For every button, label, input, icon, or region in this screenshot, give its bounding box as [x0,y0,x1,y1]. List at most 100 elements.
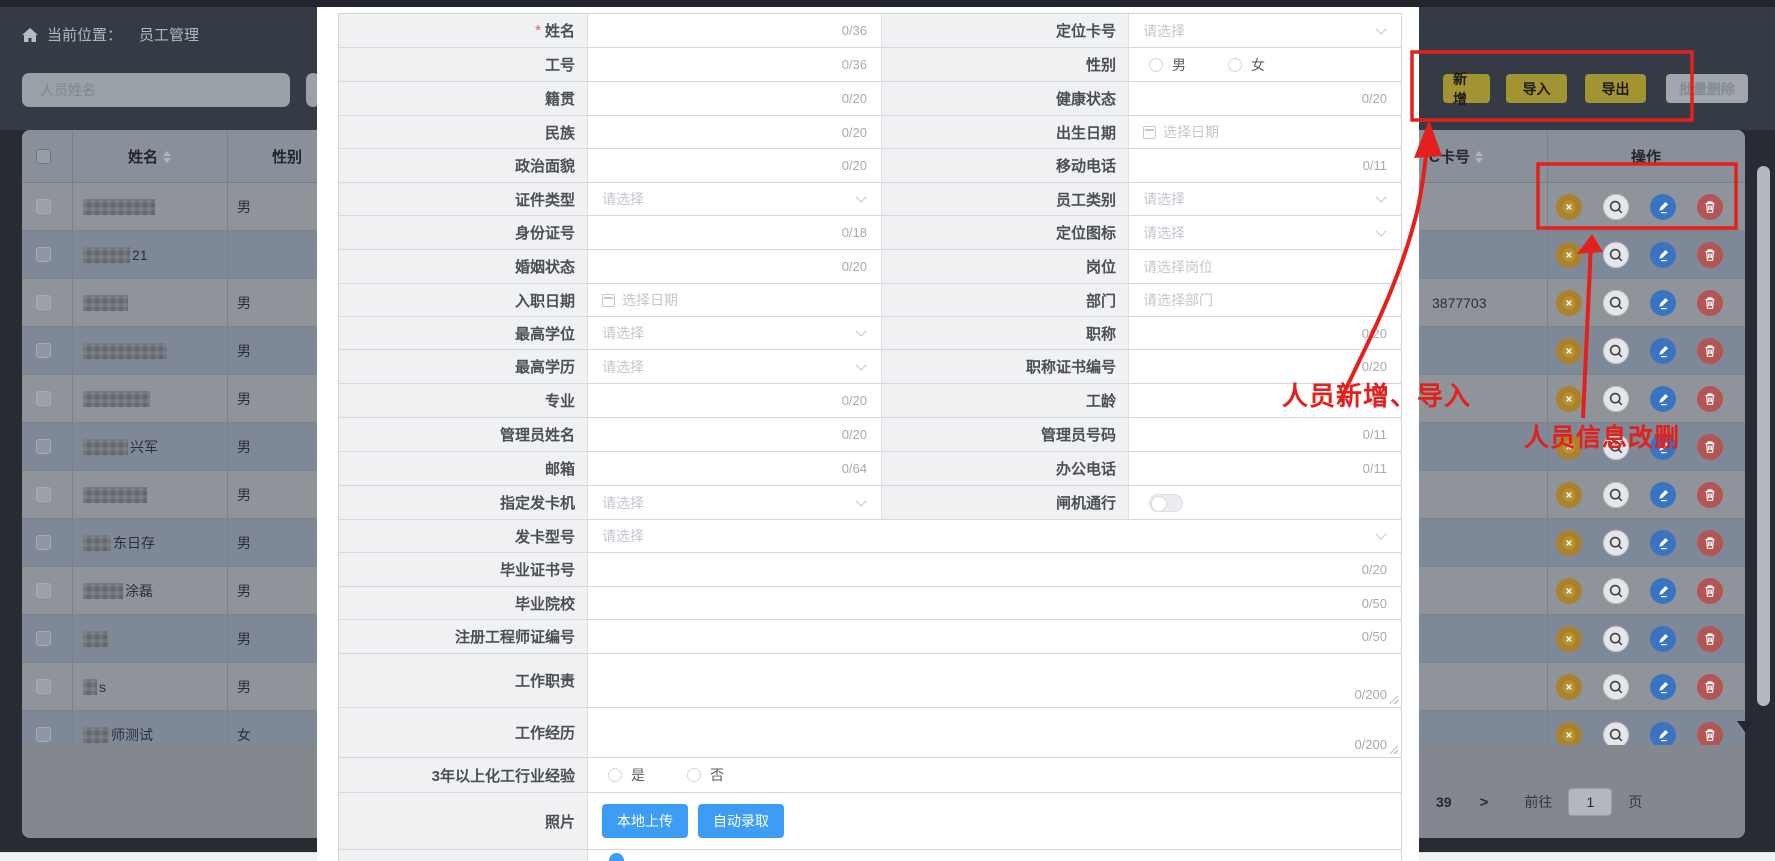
select-input[interactable]: 请选择 [1129,14,1401,47]
page-number-button[interactable]: 39 [1436,794,1452,810]
row-action-view-button[interactable] [1603,578,1629,604]
text-input[interactable]: 0/50 [588,620,1401,653]
text-input[interactable]: 0/20 [588,384,881,417]
select-input[interactable]: 请选择岗位 [1129,250,1401,283]
row-action-card-button[interactable] [1556,242,1582,268]
local-upload-button[interactable]: 本地上传 [602,804,688,838]
row-action-edit-button[interactable] [1650,578,1676,604]
date-input[interactable]: 选择日期 [588,284,881,316]
row-action-delete-button[interactable] [1697,722,1723,745]
radio-option[interactable]: 男 [1149,55,1186,75]
row-action-delete-button[interactable] [1697,626,1723,652]
row-action-edit-button[interactable] [1650,386,1676,412]
row-checkbox[interactable] [36,247,51,262]
row-action-edit-button[interactable] [1650,338,1676,364]
row-checkbox[interactable] [36,727,51,742]
row-action-delete-button[interactable] [1697,338,1723,364]
row-action-delete-button[interactable] [1697,434,1723,460]
row-action-view-button[interactable] [1603,242,1629,268]
select-input[interactable]: 请选择 [588,350,881,383]
row-action-card-button[interactable] [1556,194,1582,220]
row-action-delete-button[interactable] [1697,290,1723,316]
row-action-delete-button[interactable] [1697,242,1723,268]
text-input[interactable]: 0/20 [588,553,1401,586]
row-action-card-button[interactable] [1556,530,1582,556]
text-input[interactable]: 0/11 [1129,149,1401,182]
radio-option[interactable]: 女 [1228,55,1265,75]
text-input[interactable]: 0/11 [1129,418,1401,451]
row-action-edit-button[interactable] [1650,482,1676,508]
row-action-view-button[interactable] [1603,626,1629,652]
text-input[interactable]: 0/50 [588,587,1401,619]
scroll-down-arrow[interactable] [1737,721,1753,732]
text-input[interactable]: 0/20 [588,82,881,115]
row-action-view-button[interactable] [1603,386,1629,412]
select-input[interactable]: 请选择 [1129,216,1401,249]
row-action-view-button[interactable] [1603,530,1629,556]
row-action-card-button[interactable] [1556,482,1582,508]
row-checkbox[interactable] [36,391,51,406]
text-input[interactable]: 0/36 [588,14,881,47]
row-checkbox[interactable] [36,631,51,646]
toolbar-add-button[interactable]: 新 增 [1443,74,1490,103]
row-action-delete-button[interactable] [1697,578,1723,604]
text-input[interactable]: 0/20 [588,250,881,283]
row-action-edit-button[interactable] [1650,530,1676,556]
row-action-card-button[interactable] [1556,674,1582,700]
next-page-button[interactable]: > [1480,794,1489,811]
auto-capture-button[interactable]: 自动录取 [698,804,784,838]
text-input[interactable]: 0/20 [588,116,881,148]
textarea-input[interactable]: 0/200 [588,708,1401,757]
row-checkbox[interactable] [36,487,51,502]
select-input[interactable]: 请选择 [588,486,881,519]
select-input[interactable]: 请选择 [1129,183,1401,215]
text-input[interactable]: 0/20 [1129,317,1401,349]
toggle-switch[interactable] [1149,494,1183,512]
text-input[interactable]: 0/11 [1129,452,1401,485]
row-action-edit-button[interactable] [1650,674,1676,700]
row-action-view-button[interactable] [1603,482,1629,508]
resize-handle-icon[interactable] [1389,695,1398,704]
select-input[interactable]: 请选择部门 [1129,284,1401,316]
row-action-card-button[interactable] [1556,338,1582,364]
select-input[interactable]: 请选择 [588,317,881,349]
text-input[interactable]: 0/20 [588,149,881,182]
text-input[interactable]: 0/20 [1129,82,1401,115]
radio-option[interactable]: 否 [687,765,724,785]
select-input[interactable]: 请选择 [588,520,1401,552]
radio-option[interactable]: 是 [608,765,645,785]
row-action-card-button[interactable] [1556,626,1582,652]
row-action-edit-button[interactable] [1650,722,1676,745]
row-action-view-button[interactable] [1603,194,1629,220]
row-checkbox[interactable] [36,583,51,598]
text-input[interactable]: 0/36 [588,48,881,81]
row-action-delete-button[interactable] [1697,530,1723,556]
row-checkbox[interactable] [36,199,51,214]
row-action-edit-button[interactable] [1650,242,1676,268]
row-action-edit-button[interactable] [1650,194,1676,220]
row-action-edit-button[interactable] [1650,290,1676,316]
row-action-delete-button[interactable] [1697,386,1723,412]
page-scrollbar-thumb[interactable] [1757,166,1770,706]
row-action-card-button[interactable] [1556,290,1582,316]
row-action-delete-button[interactable] [1697,674,1723,700]
search-input[interactable]: 人员姓名 [22,73,290,107]
select-all-checkbox[interactable] [36,149,51,164]
row-action-view-button[interactable] [1603,722,1629,745]
row-action-delete-button[interactable] [1697,194,1723,220]
row-action-view-button[interactable] [1603,338,1629,364]
row-checkbox[interactable] [36,535,51,550]
row-action-edit-button[interactable] [1650,626,1676,652]
column-header-name[interactable]: 姓名 [72,130,227,183]
text-input[interactable]: 0/64 [588,452,881,485]
row-action-view-button[interactable] [1603,290,1629,316]
textarea-input[interactable]: 0/200 [588,654,1401,707]
row-checkbox[interactable] [36,439,51,454]
column-header-cardno[interactable]: C卡号 [1429,130,1547,183]
date-input[interactable]: 选择日期 [1129,116,1401,148]
goto-page-input[interactable]: 1 [1568,788,1612,816]
toolbar-batch-delete-button[interactable]: 批量删除 [1666,74,1748,103]
row-action-delete-button[interactable] [1697,482,1723,508]
toolbar-import-button[interactable]: 导入 [1506,74,1567,103]
row-action-view-button[interactable] [1603,674,1629,700]
